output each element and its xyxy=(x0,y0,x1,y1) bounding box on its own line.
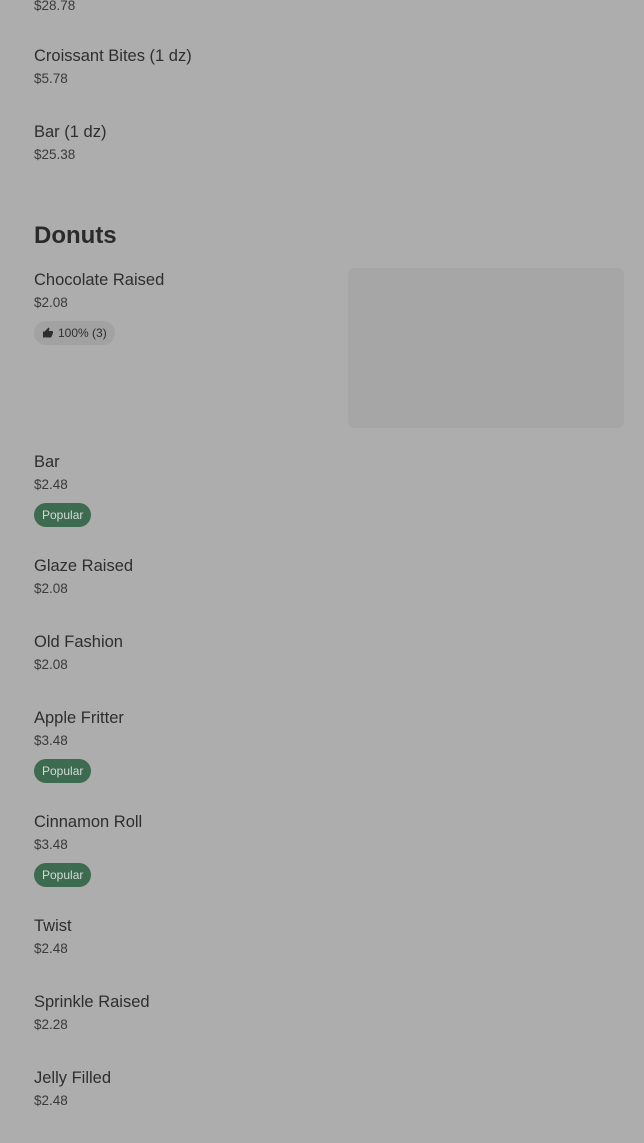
item-name: Twist xyxy=(34,917,72,935)
item-name: Sprinkle Raised xyxy=(34,993,150,1011)
item-name: Croissant Bites (1 dz) xyxy=(34,47,192,65)
menu-item-twist[interactable]: Twist $2.48 xyxy=(34,916,624,957)
rating-badge: 100% (3) xyxy=(34,321,115,345)
item-name: Bar (1 dz) xyxy=(34,123,107,141)
item-price: $5.78 xyxy=(34,71,68,86)
thumbs-up-icon xyxy=(43,327,53,338)
item-name: Jelly Filled xyxy=(34,1069,112,1087)
menu-item-bar[interactable]: Bar $2.48 Popular xyxy=(34,452,624,527)
item-price: $2.28 xyxy=(34,1017,68,1032)
item-name: Old Fashion xyxy=(34,633,123,651)
item-price: $2.48 xyxy=(34,477,68,492)
menu-page: $28.78 Croissant Bites (1 dz) $5.78 Bar … xyxy=(0,0,644,1143)
menu-item-chocolate-raised[interactable]: Chocolate Raised $2.08 100% (3) xyxy=(34,270,324,345)
item-price: $2.08 xyxy=(34,657,68,672)
item-name: Chocolate Raised xyxy=(34,271,165,289)
menu-item-glaze-raised[interactable]: Glaze Raised $2.08 xyxy=(34,556,624,597)
item-name: Glaze Raised xyxy=(34,557,134,575)
popular-badge: Popular xyxy=(34,759,92,783)
menu-item-cinnamon-roll[interactable]: Cinnamon Roll $3.48 Popular xyxy=(34,812,624,887)
item-price: $3.48 xyxy=(34,837,68,852)
item-price: $28.78 xyxy=(34,0,76,13)
item-name: Bar xyxy=(34,453,60,471)
menu-item-sprinkle-raised[interactable]: Sprinkle Raised $2.28 xyxy=(34,992,624,1033)
item-price: $2.08 xyxy=(34,581,68,596)
item-image-placeholder[interactable] xyxy=(348,268,624,428)
menu-item-croissant-bites[interactable]: Croissant Bites (1 dz) $5.78 xyxy=(34,46,624,87)
menu-item-bar-dozen[interactable]: Bar (1 dz) $25.38 xyxy=(34,122,624,163)
item-price: $2.08 xyxy=(34,295,68,310)
menu-item-jelly-filled[interactable]: Jelly Filled $2.48 xyxy=(34,1068,624,1109)
menu-item-apple-fritter[interactable]: Apple Fritter $3.48 Popular xyxy=(34,708,624,783)
item-price: $25.38 xyxy=(34,147,76,162)
item-price: $2.48 xyxy=(34,941,68,956)
item-price: $3.48 xyxy=(34,733,68,748)
section-title: Donuts xyxy=(34,222,117,249)
popular-badge: Popular xyxy=(34,863,92,887)
item-name: Cinnamon Roll xyxy=(34,813,143,831)
item-name: Apple Fritter xyxy=(34,709,124,727)
rating-text: 100% (3) xyxy=(58,326,107,340)
popular-badge: Popular xyxy=(34,503,92,527)
menu-item-old-fashion[interactable]: Old Fashion $2.08 xyxy=(34,632,624,673)
item-price: $2.48 xyxy=(34,1093,68,1108)
